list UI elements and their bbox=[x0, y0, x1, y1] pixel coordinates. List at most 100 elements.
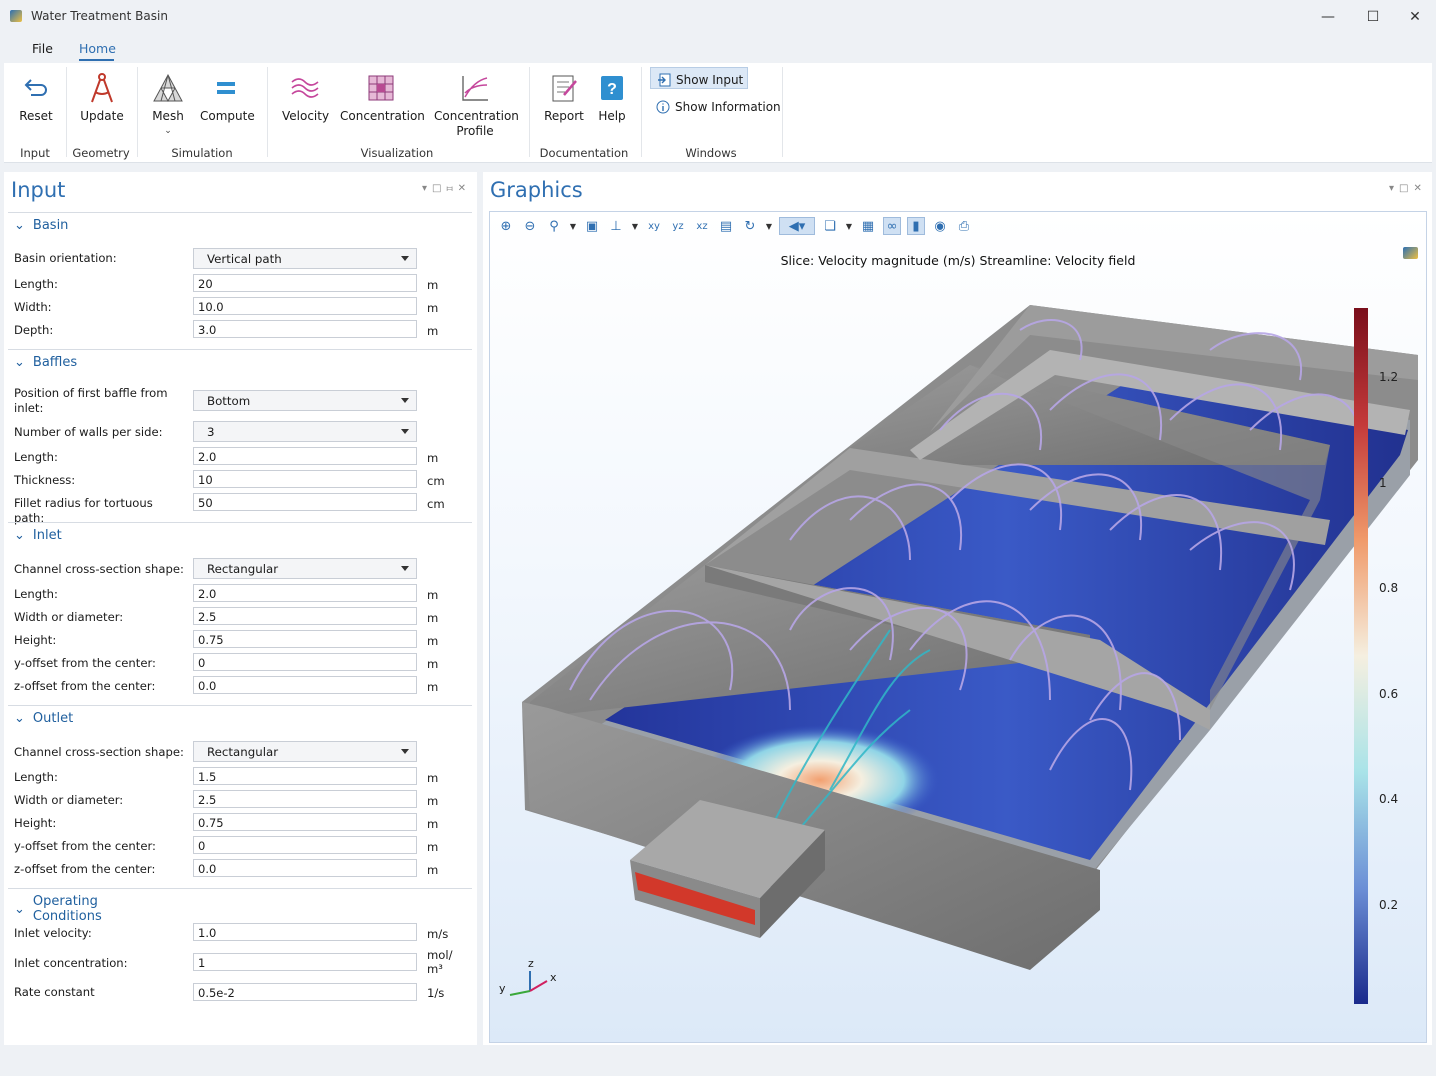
rotate-icon[interactable]: ↻ bbox=[741, 217, 759, 235]
section-divider bbox=[8, 349, 472, 350]
compute-equals-icon bbox=[217, 82, 235, 94]
section-inlet[interactable]: ⌄ Inlet bbox=[14, 528, 62, 543]
group-simulation-label: Simulation bbox=[171, 146, 233, 160]
outlet-zoffset-unit: m bbox=[427, 863, 439, 877]
inlet-length-input[interactable]: 2.0 bbox=[193, 584, 417, 602]
graphics-toolbar: ⊕ ⊖ ⚲ ▼ ▣ ⊥ ▼ xy yz xz ▤ ↻ ▼ ◀▾ ❏ ▼ ▦ ∞ … bbox=[497, 216, 973, 236]
update-button[interactable]: Update bbox=[78, 71, 126, 124]
transparency-icon[interactable]: ❏ bbox=[821, 217, 839, 235]
outlet-height-input[interactable]: 0.75 bbox=[193, 813, 417, 831]
chevron-down-icon: ⌄ bbox=[14, 218, 25, 233]
scene-light-icon[interactable]: ◀▾ bbox=[779, 217, 815, 235]
basin-length-input[interactable]: 20 bbox=[193, 274, 417, 292]
baffle-length-input[interactable]: 2.0 bbox=[193, 447, 417, 465]
grid-icon[interactable]: ▦ bbox=[859, 217, 877, 235]
view-xz-icon[interactable]: xz bbox=[693, 217, 711, 235]
basin-depth-label: Depth: bbox=[14, 323, 54, 337]
chevron-down-icon[interactable]: ▼ bbox=[569, 217, 577, 235]
basin-depth-input[interactable]: 3.0 bbox=[193, 320, 417, 338]
chevron-down-icon[interactable]: ▼ bbox=[631, 217, 639, 235]
view-xy-icon[interactable]: xy bbox=[645, 217, 663, 235]
close-icon[interactable]: ✕ bbox=[1392, 4, 1436, 30]
mesh-button[interactable]: Mesh ⌄ bbox=[148, 71, 188, 139]
inlet-zoffset-unit: m bbox=[427, 680, 439, 694]
inlet-concentration-input[interactable]: 1 bbox=[193, 953, 417, 971]
section-baffles[interactable]: ⌄ Baffles bbox=[14, 355, 77, 370]
section-outlet[interactable]: ⌄ Outlet bbox=[14, 711, 73, 726]
outlet-width-input[interactable]: 2.5 bbox=[193, 790, 417, 808]
maximize-icon[interactable]: ☐ bbox=[1350, 4, 1396, 30]
outlet-zoffset-input[interactable]: 0.0 bbox=[193, 859, 417, 877]
basin-length-label: Length: bbox=[14, 277, 58, 291]
inlet-height-label: Height: bbox=[14, 633, 57, 647]
zoom-in-icon[interactable]: ⊕ bbox=[497, 217, 515, 235]
colorbar bbox=[1354, 308, 1368, 1004]
inlet-width-unit: m bbox=[427, 611, 439, 625]
outlet-length-unit: m bbox=[427, 771, 439, 785]
inlet-width-label: Width or diameter: bbox=[14, 610, 124, 624]
view-yz-icon[interactable]: yz bbox=[669, 217, 687, 235]
inlet-shape-select[interactable]: Rectangular bbox=[193, 558, 417, 579]
app-logo-icon bbox=[1403, 247, 1418, 259]
group-windows-label: Windows bbox=[685, 146, 737, 160]
section-basin[interactable]: ⌄ Basin bbox=[14, 218, 68, 233]
outlet-shape-select[interactable]: Rectangular bbox=[193, 741, 417, 762]
baffle-thickness-unit: cm bbox=[427, 474, 445, 488]
group-visualization-label: Visualization bbox=[360, 146, 434, 160]
report-button[interactable]: Report bbox=[542, 71, 586, 124]
chevron-down-icon[interactable]: ▼ bbox=[765, 217, 773, 235]
baffle-fillet-input[interactable]: 50 bbox=[193, 493, 417, 511]
outlet-yoffset-input[interactable]: 0 bbox=[193, 836, 417, 854]
reset-button[interactable]: Reset bbox=[16, 71, 56, 124]
legend-icon[interactable]: ▮ bbox=[907, 217, 925, 235]
help-button[interactable]: ? Help bbox=[594, 71, 630, 124]
colorbar-tick-label: 0.6 bbox=[1379, 687, 1399, 701]
inlet-yoffset-input[interactable]: 0 bbox=[193, 653, 417, 671]
colorbar-tick-label: 1 bbox=[1379, 476, 1387, 490]
basin-orientation-label: Basin orientation: bbox=[14, 251, 117, 265]
chevron-down-icon[interactable]: ▼ bbox=[845, 217, 853, 235]
baffle-position-select[interactable]: Bottom bbox=[193, 390, 417, 411]
concentration-profile-button[interactable]: Concentration Profile bbox=[434, 71, 519, 139]
panel-window-controls[interactable]: ▾□⧦✕ bbox=[422, 183, 471, 194]
basin-orientation-select[interactable]: Vertical path bbox=[193, 248, 417, 269]
inlet-length-label: Length: bbox=[14, 587, 58, 601]
compute-button[interactable]: Compute bbox=[200, 71, 255, 124]
report-icon bbox=[552, 75, 577, 102]
outlet-yoffset-label: y-offset from the center: bbox=[14, 839, 156, 853]
velocity-label: Velocity bbox=[282, 109, 330, 123]
section-basin-label: Basin bbox=[32, 218, 69, 233]
image-snapshot-icon[interactable]: ◉ bbox=[931, 217, 949, 235]
baffle-walls-select[interactable]: 3 bbox=[193, 421, 417, 442]
outlet-shape-label: Channel cross-section shape: bbox=[14, 745, 184, 759]
zoom-out-icon[interactable]: ⊖ bbox=[521, 217, 539, 235]
rate-constant-input[interactable]: 0.5e-2 bbox=[193, 983, 417, 1001]
view-axes-icon[interactable]: ⊥ bbox=[607, 217, 625, 235]
section-divider bbox=[8, 888, 472, 889]
concentration-profile-label-2: Profile bbox=[456, 124, 494, 138]
compute-label: Compute bbox=[200, 109, 255, 123]
velocity-button[interactable]: Velocity bbox=[282, 71, 330, 124]
outlet-length-input[interactable]: 1.5 bbox=[193, 767, 417, 785]
section-operating-conditions[interactable]: ⌄ Operating Conditions bbox=[14, 894, 102, 924]
minimize-icon[interactable]: — bbox=[1305, 4, 1351, 30]
inlet-zoffset-input[interactable]: 0.0 bbox=[193, 676, 417, 694]
inlet-velocity-input[interactable]: 1.0 bbox=[193, 923, 417, 941]
mesh-dropdown-icon[interactable]: ⌄ bbox=[148, 124, 188, 139]
show-input-button[interactable]: Show Input bbox=[650, 67, 749, 89]
concentration-button[interactable]: Concentration bbox=[340, 71, 425, 124]
show-information-button[interactable]: Show Information bbox=[650, 94, 785, 116]
axis-orientation-icon[interactable]: ∞ bbox=[883, 217, 901, 235]
panel-window-controls[interactable]: ▾□✕ bbox=[1389, 183, 1427, 194]
menu-file[interactable]: File bbox=[32, 41, 53, 56]
baffle-thickness-input[interactable]: 10 bbox=[193, 470, 417, 488]
camera-view-icon[interactable]: ▤ bbox=[717, 217, 735, 235]
zoom-extents-icon[interactable]: ▣ bbox=[583, 217, 601, 235]
zoom-box-icon[interactable]: ⚲ bbox=[545, 217, 563, 235]
help-label: Help bbox=[598, 109, 626, 123]
basin-width-input[interactable]: 10.0 bbox=[193, 297, 417, 315]
inlet-width-input[interactable]: 2.5 bbox=[193, 607, 417, 625]
print-icon[interactable]: ⎙ bbox=[955, 217, 973, 235]
menu-home[interactable]: Home bbox=[79, 41, 116, 56]
inlet-height-input[interactable]: 0.75 bbox=[193, 630, 417, 648]
